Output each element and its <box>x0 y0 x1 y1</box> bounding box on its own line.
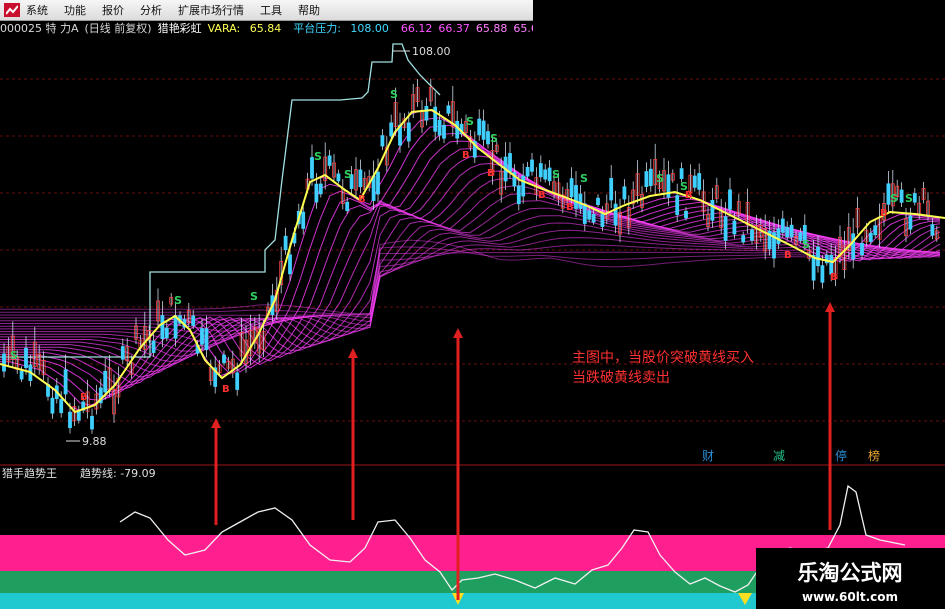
svg-text:9.88: 9.88 <box>82 435 107 448</box>
sell-marker: S <box>390 88 398 101</box>
sell-marker: S <box>490 132 498 145</box>
badge-suspend: 停 <box>835 448 847 463</box>
buy-marker: B <box>80 392 88 403</box>
badge-reduce: 减 <box>773 449 785 463</box>
sell-marker: S <box>580 172 588 185</box>
annotation-line-2: 当跌破黄线卖出 <box>572 369 670 386</box>
buy-marker: B <box>462 150 470 161</box>
high-price-label: 108.00 <box>392 45 451 58</box>
sell-marker: S <box>344 168 352 181</box>
trend-line-value: 趋势线: -79.09 <box>80 466 156 480</box>
buy-marker: B <box>685 190 693 201</box>
sub-indicator-title: 猎手趋势王 <box>2 466 57 480</box>
svg-text:停: 停 <box>835 448 847 463</box>
badge-finance: 财 <box>702 449 714 463</box>
buy-marker: B <box>566 202 574 213</box>
buy-marker: B <box>784 250 792 261</box>
buy-marker: B <box>358 194 366 205</box>
sell-marker: S <box>905 192 913 205</box>
svg-text:财: 财 <box>702 449 714 463</box>
sell-marker: S <box>552 168 560 181</box>
svg-text:榜: 榜 <box>868 448 880 463</box>
watermark-title: 乐淘公式网 <box>798 561 903 585</box>
sell-marker: S <box>174 294 182 307</box>
svg-text:108.00: 108.00 <box>412 45 451 58</box>
buy-marker: B <box>487 168 495 179</box>
watermark-url: www.60lt.com <box>802 590 898 604</box>
sell-marker: S <box>250 290 258 303</box>
grid-lines <box>0 78 945 466</box>
buy-marker: B <box>880 208 888 219</box>
kline-chart[interactable]: SS SSSSSSS S SSSS SBBBBBBBBBBB 108.00 9.88 主… <box>0 0 945 609</box>
buy-marker: B <box>222 384 230 395</box>
annotation-line-1: 主图中，当股价突破黄线买入 <box>572 349 754 366</box>
svg-text:减: 减 <box>773 449 785 463</box>
sell-marker: S <box>10 349 18 362</box>
buy-marker: B <box>830 272 838 283</box>
rainbow-ribbon <box>0 109 941 411</box>
buy-marker: B <box>538 190 546 201</box>
sell-marker: S <box>466 115 474 128</box>
sell-marker: S <box>802 238 810 251</box>
sell-marker: S <box>890 192 898 205</box>
low-price-label: 9.88 <box>66 435 107 448</box>
sell-marker: S <box>314 150 322 163</box>
sell-marker: S <box>656 172 664 185</box>
badge-list: 榜 <box>868 448 880 463</box>
watermark: 乐淘公式网 www.60lt.com <box>756 548 945 609</box>
